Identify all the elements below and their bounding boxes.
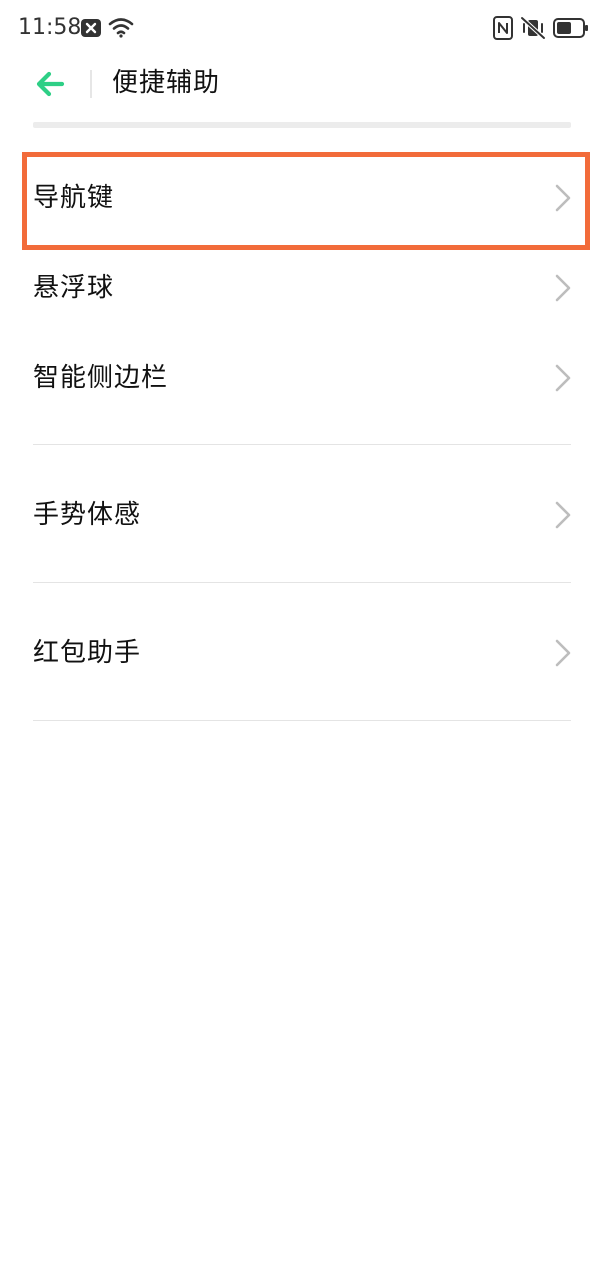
list-item-gestures-motion[interactable]: 手势体感	[0, 474, 612, 554]
chevron-right-icon	[555, 274, 571, 302]
divider	[33, 444, 571, 445]
nfc-icon	[493, 16, 513, 40]
list-item-navigation-keys[interactable]: 导航键	[0, 157, 612, 237]
list-item-label: 智能侧边栏	[33, 363, 169, 393]
wifi-icon	[108, 18, 134, 38]
notification-x-icon	[81, 19, 101, 37]
back-button[interactable]	[32, 66, 72, 102]
header-divider	[90, 70, 92, 98]
page-title: 便捷辅助	[112, 68, 221, 98]
chevron-right-icon	[555, 501, 571, 529]
arrow-left-icon	[36, 71, 65, 97]
header: 便捷辅助	[0, 56, 612, 112]
list-item-label: 红包助手	[33, 638, 142, 668]
chevron-right-icon	[555, 364, 571, 392]
chevron-right-icon	[555, 184, 571, 212]
list-item-label: 导航键	[33, 183, 115, 213]
chevron-right-icon	[555, 639, 571, 667]
list-item-label: 手势体感	[33, 500, 142, 530]
list-item-floating-ball[interactable]: 悬浮球	[0, 247, 612, 327]
status-time: 11:58	[18, 15, 82, 40]
list-item-red-packet-assistant[interactable]: 红包助手	[0, 612, 612, 692]
section-separator	[33, 122, 571, 128]
status-bar: 11:58	[0, 0, 612, 56]
battery-icon	[553, 18, 588, 38]
divider	[33, 720, 571, 721]
vibrate-mute-icon	[520, 16, 546, 40]
list-item-smart-sidebar[interactable]: 智能侧边栏	[0, 337, 612, 417]
divider	[33, 582, 571, 583]
list-item-label: 悬浮球	[33, 273, 115, 303]
